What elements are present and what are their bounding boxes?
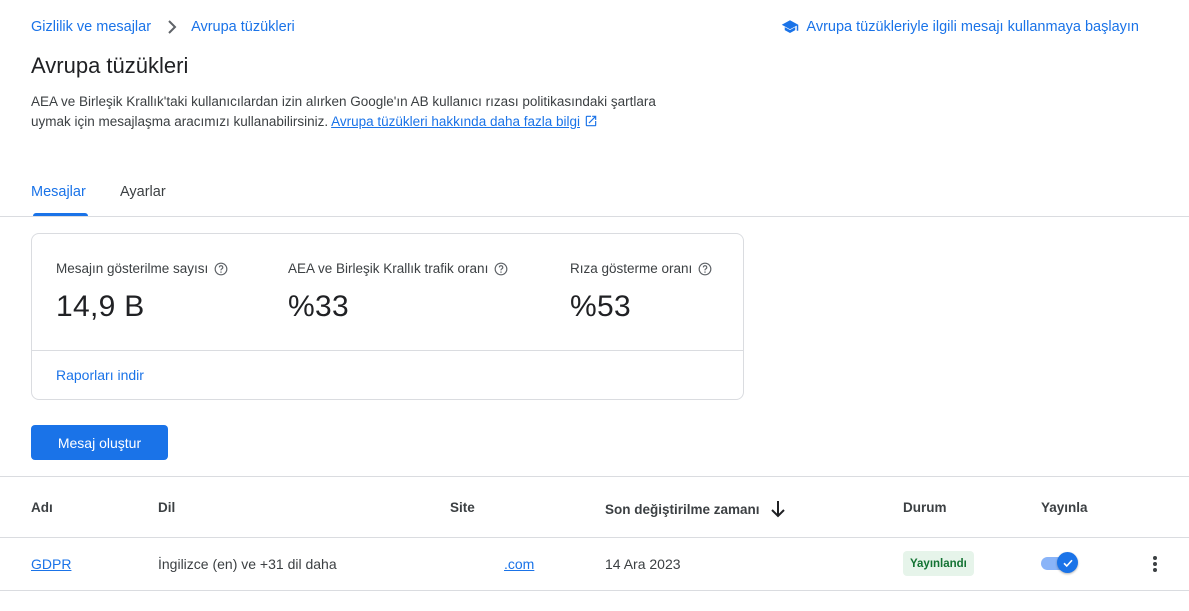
stat-traffic-rate: AEA ve Birleşik Krallık trafik oranı %33 xyxy=(288,261,508,324)
open-in-new-icon[interactable] xyxy=(584,114,598,128)
breadcrumb-current-link[interactable]: Avrupa tüzükleri xyxy=(191,19,295,35)
check-icon xyxy=(1057,552,1078,573)
help-outline-icon[interactable] xyxy=(214,262,228,276)
column-header-status[interactable]: Durum xyxy=(903,500,947,515)
breadcrumb-root-link[interactable]: Gizlilik ve mesajlar xyxy=(31,19,151,35)
tab-settings[interactable]: Ayarlar xyxy=(120,184,166,200)
stat-value: %53 xyxy=(570,290,631,323)
get-started-link-label: Avrupa tüzükleriyle ilgili mesajı kullan… xyxy=(806,19,1139,35)
card-divider xyxy=(32,350,743,351)
stat-consent-rate: Rıza gösterme oranı %53 xyxy=(570,261,712,324)
stat-label: Mesajın gösterilme sayısı xyxy=(56,261,209,276)
stats-card: Mesajın gösterilme sayısı 14,9 B AEA ve … xyxy=(31,233,744,400)
school-icon xyxy=(781,19,799,35)
column-header-site[interactable]: Site xyxy=(450,500,475,515)
column-header-publish[interactable]: Yayınla xyxy=(1041,500,1088,515)
message-site-link[interactable]: .com xyxy=(504,556,534,572)
download-reports-link[interactable]: Raporları indir xyxy=(56,367,144,383)
arrow-downward-icon[interactable] xyxy=(770,500,786,518)
create-message-button[interactable]: Mesaj oluştur xyxy=(31,425,168,460)
page-title: Avrupa tüzükleri xyxy=(31,53,189,78)
column-header-modified[interactable]: Son değiştirilme zamanı xyxy=(605,500,786,518)
help-outline-icon[interactable] xyxy=(494,262,508,276)
stat-impressions: Mesajın gösterilme sayısı 14,9 B xyxy=(56,261,228,324)
message-modified: 14 Ara 2023 xyxy=(605,556,681,572)
stat-value: %33 xyxy=(288,290,349,323)
stat-value: 14,9 B xyxy=(56,290,145,323)
page-description: AEA ve Birleşik Krallık'taki kullanıcıla… xyxy=(31,92,671,132)
learn-more-link[interactable]: Avrupa tüzükleri hakkında daha fazla bil… xyxy=(331,114,580,129)
get-started-link[interactable]: Avrupa tüzükleriyle ilgili mesajı kullan… xyxy=(781,19,1139,35)
tab-bar: Mesajlar Ayarlar xyxy=(0,176,1189,217)
more-vert-icon[interactable] xyxy=(1146,553,1164,575)
stat-label: AEA ve Birleşik Krallık trafik oranı xyxy=(288,261,489,276)
status-badge: Yayınlandı xyxy=(903,551,974,576)
table-divider xyxy=(0,476,1189,477)
stat-label: Rıza gösterme oranı xyxy=(570,261,693,276)
column-header-modified-label: Son değiştirilme zamanı xyxy=(605,501,760,517)
row-divider xyxy=(0,590,1189,591)
column-header-name[interactable]: Adı xyxy=(31,500,53,515)
column-header-language[interactable]: Dil xyxy=(158,500,175,515)
publish-toggle[interactable] xyxy=(1041,551,1079,575)
row-divider xyxy=(0,537,1189,538)
chevron-right-icon xyxy=(167,20,177,34)
message-language: İngilizce (en) ve +31 dil daha xyxy=(158,556,337,572)
message-name-link[interactable]: GDPR xyxy=(31,556,71,572)
breadcrumb: Gizlilik ve mesajlar Avrupa tüzükleri xyxy=(31,19,295,35)
tab-messages[interactable]: Mesajlar xyxy=(31,184,88,216)
help-outline-icon[interactable] xyxy=(698,262,712,276)
